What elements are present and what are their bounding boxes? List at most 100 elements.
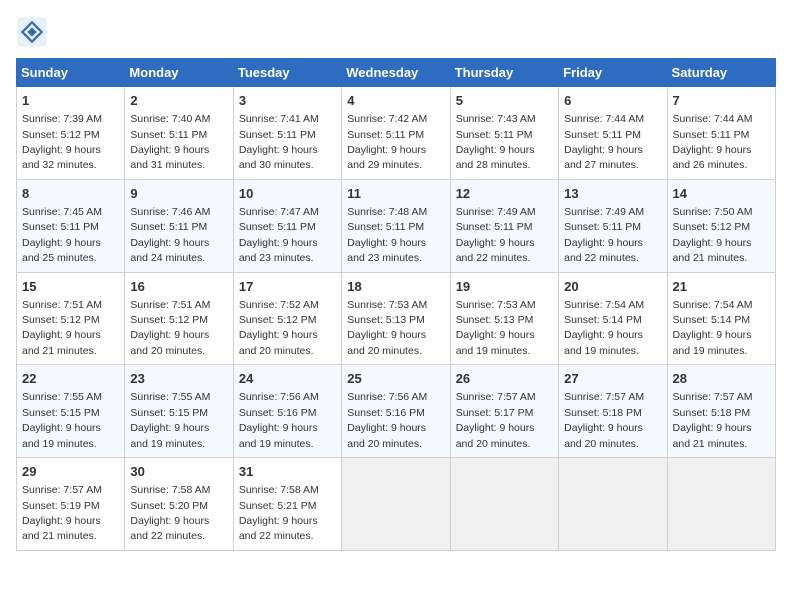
day-info: Sunrise: 7:54 AMSunset: 5:14 PMDaylight:… <box>673 299 753 357</box>
calendar-cell: 7 Sunrise: 7:44 AMSunset: 5:11 PMDayligh… <box>667 87 775 180</box>
calendar-header-cell: Tuesday <box>233 59 341 87</box>
day-info: Sunrise: 7:52 AMSunset: 5:12 PMDaylight:… <box>239 299 319 357</box>
day-number: 30 <box>130 463 227 481</box>
calendar-cell: 4 Sunrise: 7:42 AMSunset: 5:11 PMDayligh… <box>342 87 450 180</box>
day-info: Sunrise: 7:58 AMSunset: 5:20 PMDaylight:… <box>130 484 210 542</box>
day-number: 28 <box>673 370 770 388</box>
calendar-cell: 12 Sunrise: 7:49 AMSunset: 5:11 PMDaylig… <box>450 179 558 272</box>
calendar-week-row: 8 Sunrise: 7:45 AMSunset: 5:11 PMDayligh… <box>17 179 776 272</box>
day-number: 3 <box>239 92 336 110</box>
day-number: 25 <box>347 370 444 388</box>
day-number: 18 <box>347 278 444 296</box>
calendar-cell: 6 Sunrise: 7:44 AMSunset: 5:11 PMDayligh… <box>559 87 667 180</box>
calendar-cell: 28 Sunrise: 7:57 AMSunset: 5:18 PMDaylig… <box>667 365 775 458</box>
day-number: 8 <box>22 185 119 203</box>
day-number: 10 <box>239 185 336 203</box>
calendar-header-cell: Wednesday <box>342 59 450 87</box>
day-number: 11 <box>347 185 444 203</box>
calendar-week-row: 15 Sunrise: 7:51 AMSunset: 5:12 PMDaylig… <box>17 272 776 365</box>
day-number: 24 <box>239 370 336 388</box>
calendar-header-cell: Sunday <box>17 59 125 87</box>
calendar-cell: 19 Sunrise: 7:53 AMSunset: 5:13 PMDaylig… <box>450 272 558 365</box>
day-number: 6 <box>564 92 661 110</box>
day-info: Sunrise: 7:51 AMSunset: 5:12 PMDaylight:… <box>130 299 210 357</box>
calendar-week-row: 22 Sunrise: 7:55 AMSunset: 5:15 PMDaylig… <box>17 365 776 458</box>
day-info: Sunrise: 7:48 AMSunset: 5:11 PMDaylight:… <box>347 206 427 264</box>
day-number: 20 <box>564 278 661 296</box>
calendar-cell: 5 Sunrise: 7:43 AMSunset: 5:11 PMDayligh… <box>450 87 558 180</box>
day-info: Sunrise: 7:56 AMSunset: 5:16 PMDaylight:… <box>239 391 319 449</box>
calendar-cell <box>450 458 558 551</box>
calendar-cell: 13 Sunrise: 7:49 AMSunset: 5:11 PMDaylig… <box>559 179 667 272</box>
day-number: 2 <box>130 92 227 110</box>
calendar-header-cell: Thursday <box>450 59 558 87</box>
day-info: Sunrise: 7:57 AMSunset: 5:17 PMDaylight:… <box>456 391 536 449</box>
calendar-body: 1 Sunrise: 7:39 AMSunset: 5:12 PMDayligh… <box>17 87 776 551</box>
day-number: 19 <box>456 278 553 296</box>
calendar-cell: 17 Sunrise: 7:52 AMSunset: 5:12 PMDaylig… <box>233 272 341 365</box>
day-number: 31 <box>239 463 336 481</box>
day-info: Sunrise: 7:54 AMSunset: 5:14 PMDaylight:… <box>564 299 644 357</box>
day-info: Sunrise: 7:55 AMSunset: 5:15 PMDaylight:… <box>130 391 210 449</box>
day-number: 7 <box>673 92 770 110</box>
day-info: Sunrise: 7:41 AMSunset: 5:11 PMDaylight:… <box>239 113 319 171</box>
day-number: 27 <box>564 370 661 388</box>
day-number: 5 <box>456 92 553 110</box>
calendar-cell: 26 Sunrise: 7:57 AMSunset: 5:17 PMDaylig… <box>450 365 558 458</box>
calendar-cell: 20 Sunrise: 7:54 AMSunset: 5:14 PMDaylig… <box>559 272 667 365</box>
day-number: 23 <box>130 370 227 388</box>
day-number: 14 <box>673 185 770 203</box>
day-number: 12 <box>456 185 553 203</box>
calendar-header-cell: Friday <box>559 59 667 87</box>
calendar-header-cell: Saturday <box>667 59 775 87</box>
day-number: 17 <box>239 278 336 296</box>
calendar-cell: 30 Sunrise: 7:58 AMSunset: 5:20 PMDaylig… <box>125 458 233 551</box>
day-info: Sunrise: 7:43 AMSunset: 5:11 PMDaylight:… <box>456 113 536 171</box>
day-info: Sunrise: 7:56 AMSunset: 5:16 PMDaylight:… <box>347 391 427 449</box>
calendar-week-row: 1 Sunrise: 7:39 AMSunset: 5:12 PMDayligh… <box>17 87 776 180</box>
calendar-table: SundayMondayTuesdayWednesdayThursdayFrid… <box>16 58 776 551</box>
calendar-week-row: 29 Sunrise: 7:57 AMSunset: 5:19 PMDaylig… <box>17 458 776 551</box>
day-info: Sunrise: 7:50 AMSunset: 5:12 PMDaylight:… <box>673 206 753 264</box>
day-number: 16 <box>130 278 227 296</box>
calendar-cell: 27 Sunrise: 7:57 AMSunset: 5:18 PMDaylig… <box>559 365 667 458</box>
day-info: Sunrise: 7:49 AMSunset: 5:11 PMDaylight:… <box>456 206 536 264</box>
calendar-cell: 24 Sunrise: 7:56 AMSunset: 5:16 PMDaylig… <box>233 365 341 458</box>
day-info: Sunrise: 7:58 AMSunset: 5:21 PMDaylight:… <box>239 484 319 542</box>
day-number: 22 <box>22 370 119 388</box>
day-number: 26 <box>456 370 553 388</box>
day-info: Sunrise: 7:55 AMSunset: 5:15 PMDaylight:… <box>22 391 102 449</box>
day-info: Sunrise: 7:57 AMSunset: 5:19 PMDaylight:… <box>22 484 102 542</box>
calendar-cell: 31 Sunrise: 7:58 AMSunset: 5:21 PMDaylig… <box>233 458 341 551</box>
day-info: Sunrise: 7:49 AMSunset: 5:11 PMDaylight:… <box>564 206 644 264</box>
calendar-cell: 21 Sunrise: 7:54 AMSunset: 5:14 PMDaylig… <box>667 272 775 365</box>
day-number: 9 <box>130 185 227 203</box>
calendar-cell <box>667 458 775 551</box>
header <box>16 16 776 48</box>
calendar-cell: 2 Sunrise: 7:40 AMSunset: 5:11 PMDayligh… <box>125 87 233 180</box>
logo <box>16 16 52 48</box>
calendar-cell: 11 Sunrise: 7:48 AMSunset: 5:11 PMDaylig… <box>342 179 450 272</box>
calendar-cell: 1 Sunrise: 7:39 AMSunset: 5:12 PMDayligh… <box>17 87 125 180</box>
calendar-cell: 3 Sunrise: 7:41 AMSunset: 5:11 PMDayligh… <box>233 87 341 180</box>
calendar-cell: 18 Sunrise: 7:53 AMSunset: 5:13 PMDaylig… <box>342 272 450 365</box>
day-info: Sunrise: 7:44 AMSunset: 5:11 PMDaylight:… <box>564 113 644 171</box>
calendar-header-row: SundayMondayTuesdayWednesdayThursdayFrid… <box>17 59 776 87</box>
calendar-cell: 8 Sunrise: 7:45 AMSunset: 5:11 PMDayligh… <box>17 179 125 272</box>
day-number: 21 <box>673 278 770 296</box>
calendar-cell: 23 Sunrise: 7:55 AMSunset: 5:15 PMDaylig… <box>125 365 233 458</box>
day-info: Sunrise: 7:47 AMSunset: 5:11 PMDaylight:… <box>239 206 319 264</box>
calendar-header-cell: Monday <box>125 59 233 87</box>
calendar-cell: 25 Sunrise: 7:56 AMSunset: 5:16 PMDaylig… <box>342 365 450 458</box>
day-number: 1 <box>22 92 119 110</box>
calendar-cell: 29 Sunrise: 7:57 AMSunset: 5:19 PMDaylig… <box>17 458 125 551</box>
day-info: Sunrise: 7:53 AMSunset: 5:13 PMDaylight:… <box>347 299 427 357</box>
day-info: Sunrise: 7:53 AMSunset: 5:13 PMDaylight:… <box>456 299 536 357</box>
day-info: Sunrise: 7:45 AMSunset: 5:11 PMDaylight:… <box>22 206 102 264</box>
day-number: 13 <box>564 185 661 203</box>
calendar-cell <box>342 458 450 551</box>
calendar-cell: 10 Sunrise: 7:47 AMSunset: 5:11 PMDaylig… <box>233 179 341 272</box>
calendar-cell: 15 Sunrise: 7:51 AMSunset: 5:12 PMDaylig… <box>17 272 125 365</box>
day-info: Sunrise: 7:42 AMSunset: 5:11 PMDaylight:… <box>347 113 427 171</box>
logo-icon <box>16 16 48 48</box>
